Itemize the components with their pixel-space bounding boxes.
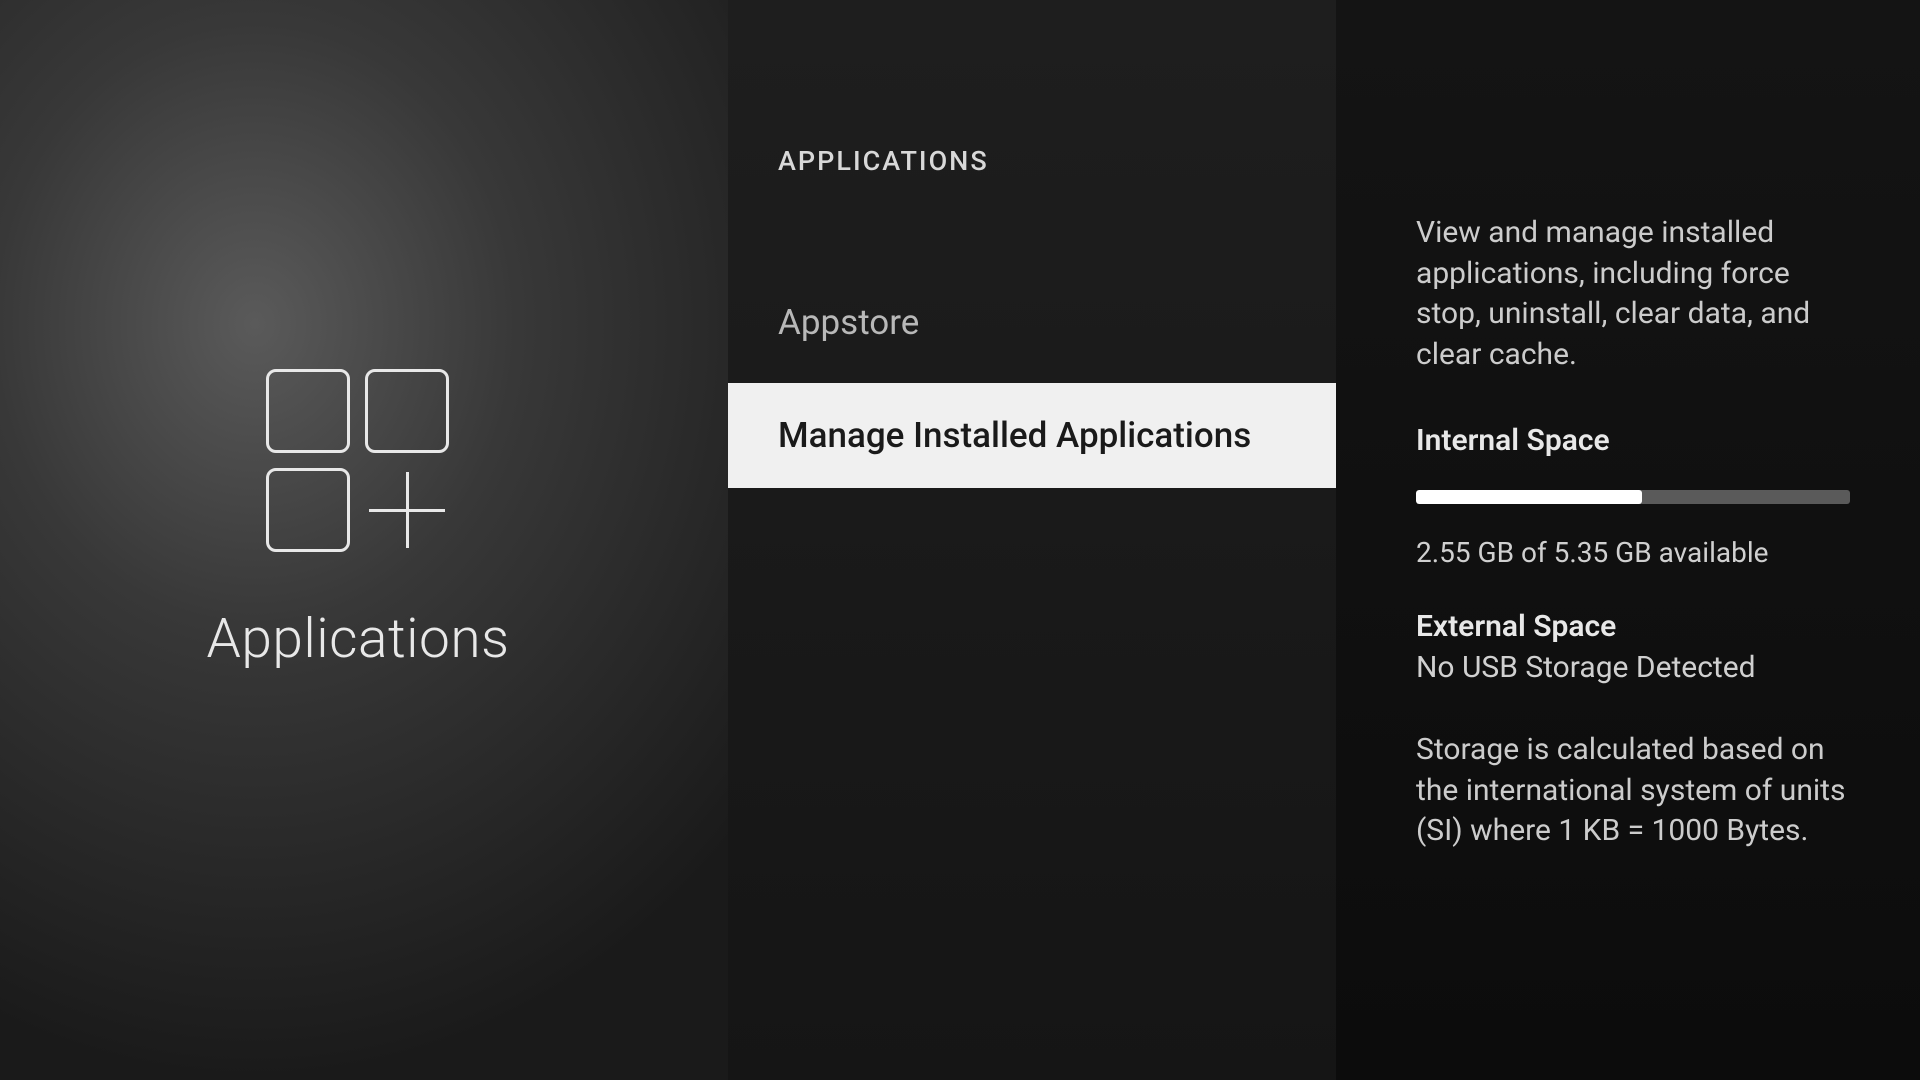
icon-square bbox=[266, 369, 350, 453]
internal-storage-fill bbox=[1416, 490, 1642, 504]
menu-item-appstore[interactable]: Appstore bbox=[728, 272, 1336, 373]
settings-menu-panel: APPLICATIONS Appstore Manage Installed A… bbox=[728, 0, 1336, 1080]
internal-space-heading: Internal Space bbox=[1416, 423, 1850, 458]
external-space-heading: External Space bbox=[1416, 609, 1850, 644]
item-description: View and manage installed applications, … bbox=[1416, 213, 1850, 375]
storage-footnote: Storage is calculated based on the inter… bbox=[1416, 730, 1850, 852]
category-title: Applications bbox=[207, 607, 510, 671]
plus-icon bbox=[365, 468, 449, 552]
external-space-status: No USB Storage Detected bbox=[1416, 650, 1850, 685]
internal-storage-text: 2.55 GB of 5.35 GB available bbox=[1416, 536, 1850, 569]
icon-square bbox=[266, 468, 350, 552]
settings-screen: Applications APPLICATIONS Appstore Manag… bbox=[0, 0, 1920, 1080]
menu-item-label: Manage Installed Applications bbox=[778, 415, 1251, 456]
menu-section-header: APPLICATIONS bbox=[728, 145, 1336, 177]
menu-item-label: Appstore bbox=[778, 302, 919, 343]
internal-storage-bar bbox=[1416, 490, 1850, 504]
applications-grid-icon bbox=[266, 369, 449, 552]
detail-panel: View and manage installed applications, … bbox=[1336, 0, 1920, 1080]
category-hero-content: Applications bbox=[207, 369, 510, 671]
category-hero-panel: Applications bbox=[0, 0, 728, 1080]
icon-square bbox=[365, 369, 449, 453]
external-space-group: External Space No USB Storage Detected bbox=[1416, 609, 1850, 685]
menu-item-manage-installed-applications[interactable]: Manage Installed Applications bbox=[728, 383, 1336, 488]
